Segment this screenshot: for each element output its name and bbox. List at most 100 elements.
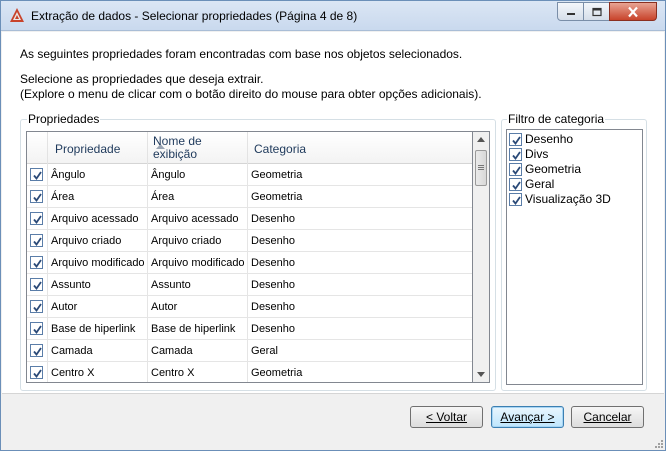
table-row[interactable]: Área Área Geometria xyxy=(27,186,472,208)
row-checkbox-cell xyxy=(27,274,48,296)
properties-grid[interactable]: Propriedade Nome de exibição Categoria Â… xyxy=(26,131,473,383)
header-display-name-line2: exibição xyxy=(153,147,198,161)
row-display-name[interactable]: Arquivo criado xyxy=(148,230,248,252)
header-category-label: Categoria xyxy=(254,142,307,156)
row-category: Desenho xyxy=(251,257,296,269)
row-checkbox[interactable] xyxy=(30,344,43,357)
row-checkbox-cell xyxy=(27,252,48,274)
category-filter-label: Filtro de categoria xyxy=(507,112,606,126)
table-row[interactable]: Autor Autor Desenho xyxy=(27,296,472,318)
row-checkbox[interactable] xyxy=(30,278,43,291)
row-checkbox-cell xyxy=(27,230,48,252)
row-display-name[interactable]: Camada xyxy=(148,340,248,362)
dialog-window: Extração de dados - Selecionar proprieda… xyxy=(0,0,666,451)
table-row[interactable]: Base de hiperlink Base de hiperlink Desenh… xyxy=(27,318,472,340)
table-row[interactable]: Assunto Assunto Desenho xyxy=(27,274,472,296)
hint-text: (Explore o menu de clicar com o botão di… xyxy=(20,87,482,101)
maximize-icon xyxy=(591,7,602,16)
grid-vertical-scrollbar[interactable] xyxy=(473,131,490,383)
category-checkbox[interactable] xyxy=(509,193,522,206)
row-display-name[interactable]: Área xyxy=(148,186,248,208)
instruction-text: Selecione as propriedades que deseja ext… xyxy=(20,72,264,86)
row-checkbox[interactable] xyxy=(30,322,43,335)
row-display-name[interactable]: Arquivo acessado xyxy=(148,208,248,230)
row-category: Geometria xyxy=(251,367,303,379)
row-display-name[interactable]: Base de hiperlink xyxy=(148,318,248,340)
table-row[interactable]: Arquivo modificado Arquivo modificado Dese… xyxy=(27,252,472,274)
header-checkbox-column xyxy=(27,132,48,164)
row-checkbox[interactable] xyxy=(30,234,43,247)
close-icon xyxy=(628,6,638,17)
row-display-name[interactable]: Autor xyxy=(148,296,248,318)
row-checkbox-cell xyxy=(27,164,48,186)
header-property[interactable]: Propriedade xyxy=(48,132,165,164)
row-checkbox-cell xyxy=(27,318,48,340)
category-checkbox[interactable] xyxy=(509,148,522,161)
row-category: Geral xyxy=(251,345,278,357)
category-label: Divs xyxy=(525,147,549,161)
scroll-down-arrow-icon[interactable] xyxy=(477,372,485,377)
table-row[interactable]: Arquivo acessado Arquivo acessado Desenho xyxy=(27,208,472,230)
window-title: Extração de dados - Selecionar proprieda… xyxy=(31,9,358,23)
cancel-button-label: Cancelar xyxy=(583,410,632,424)
next-button-label: Avançar > xyxy=(500,410,555,424)
row-checkbox-cell xyxy=(27,186,48,208)
table-row[interactable]: Camada Camada Geral xyxy=(27,340,472,362)
row-category: Desenho xyxy=(251,279,296,291)
intro-text: As seguintes propriedades foram encontra… xyxy=(20,47,463,61)
row-display-name[interactable]: Assunto xyxy=(148,274,248,296)
back-button[interactable]: < Voltar xyxy=(410,406,483,428)
header-category[interactable]: Categoria xyxy=(248,132,472,164)
category-checkbox[interactable] xyxy=(509,133,522,146)
category-label: Geral xyxy=(525,177,555,191)
autocad-logo-icon xyxy=(10,8,24,22)
properties-group-label: Propriedades xyxy=(27,112,101,126)
row-display-name[interactable]: Centro X xyxy=(148,362,248,382)
row-category: Geometria xyxy=(251,169,303,181)
category-label: Visualização 3D xyxy=(525,192,611,206)
row-property: Arquivo acessado xyxy=(48,208,148,230)
row-category: Desenho xyxy=(251,323,296,335)
row-checkbox[interactable] xyxy=(30,300,43,313)
row-checkbox[interactable] xyxy=(30,168,43,181)
row-property: Arquivo criado xyxy=(48,230,148,252)
close-button[interactable] xyxy=(609,2,657,21)
maximize-button[interactable] xyxy=(583,2,610,21)
row-property: Autor xyxy=(48,296,148,318)
category-checkbox[interactable] xyxy=(509,163,522,176)
grid-header: Propriedade Nome de exibição Categoria xyxy=(27,132,472,164)
row-checkbox-cell xyxy=(27,296,48,318)
resize-grip-icon[interactable] xyxy=(653,438,664,449)
title-bar: Extração de dados - Selecionar proprieda… xyxy=(1,1,665,31)
row-checkbox-cell xyxy=(27,362,48,382)
row-property: Camada xyxy=(48,340,148,362)
row-display-name[interactable]: Ângulo xyxy=(148,164,248,186)
header-property-label: Propriedade xyxy=(55,142,121,156)
minimize-button[interactable] xyxy=(557,2,584,21)
row-category: Geometria xyxy=(251,191,303,203)
category-filter-list[interactable]: Desenho Divs Geometria Geral Visualização 3D xyxy=(506,129,643,385)
row-checkbox[interactable] xyxy=(30,212,43,225)
category-checkbox[interactable] xyxy=(509,178,522,191)
row-category: Desenho xyxy=(251,235,296,247)
row-display-name[interactable]: Arquivo modificado xyxy=(148,252,248,274)
category-label: Desenho xyxy=(525,132,574,146)
scroll-thumb[interactable] xyxy=(475,150,487,186)
row-checkbox[interactable] xyxy=(30,366,43,379)
table-row[interactable]: Ângulo Ângulo Geometria xyxy=(27,164,472,186)
back-button-label: < Voltar xyxy=(425,410,468,424)
row-checkbox[interactable] xyxy=(30,190,43,203)
row-property: Arquivo modificado xyxy=(48,252,148,274)
row-category: Desenho xyxy=(251,301,296,313)
table-row[interactable]: Arquivo criado Arquivo criado Desenho xyxy=(27,230,472,252)
next-button[interactable]: Avançar > xyxy=(491,406,564,428)
header-display-name[interactable]: Nome de exibição xyxy=(148,132,248,164)
row-category: Desenho xyxy=(251,213,296,225)
category-label: Geometria xyxy=(525,162,582,176)
row-checkbox[interactable] xyxy=(30,256,43,269)
table-row[interactable]: Centro X Centro X Geometria xyxy=(27,362,472,382)
cancel-button[interactable]: Cancelar xyxy=(571,406,644,428)
scroll-up-arrow-icon[interactable] xyxy=(477,137,485,142)
row-checkbox-cell xyxy=(27,208,48,230)
row-property: Assunto xyxy=(48,274,148,296)
